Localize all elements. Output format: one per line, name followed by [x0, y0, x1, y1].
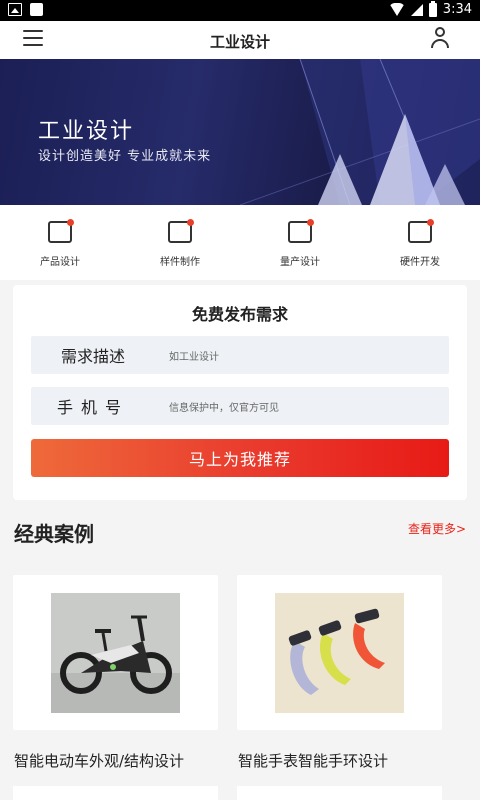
mass-production-icon [288, 219, 314, 243]
case-card-ebike[interactable] [13, 575, 218, 730]
category-product-design[interactable]: 产品设计 [0, 205, 120, 280]
view-more-link[interactable]: 查看更多> [408, 520, 466, 537]
top-bar: 工业设计 [0, 21, 480, 59]
status-bar: 3:34 [0, 0, 480, 21]
image-notification-icon [8, 3, 22, 16]
category-sample-making[interactable]: 样件制作 [120, 205, 240, 280]
ebike-image [51, 593, 180, 713]
phone-input[interactable]: 信息保护中，仅官方可见 [169, 399, 279, 414]
requirement-input[interactable]: 如工业设计 [169, 348, 219, 363]
case-label-watch[interactable]: 智能手表智能手环设计 [238, 750, 388, 771]
recommend-button[interactable]: 马上为我推荐 [31, 439, 449, 477]
product-design-icon [48, 219, 74, 243]
banner-title: 工业设计 [38, 119, 135, 144]
category-label: 硬件开发 [400, 257, 440, 268]
case-card-watch[interactable] [237, 575, 442, 730]
status-time: 3:34 [442, 2, 472, 17]
form-title: 免费发布需求 [191, 305, 288, 324]
signal-icon [410, 3, 423, 16]
category-label: 样件制作 [160, 257, 200, 268]
requirement-label: 需求描述 [60, 347, 125, 366]
category-label: 量产设计 [280, 257, 320, 268]
case-label-ebike[interactable]: 智能电动车外观/结构设计 [14, 750, 184, 771]
sample-making-icon [168, 219, 194, 243]
page-title: 工业设计 [209, 33, 270, 51]
user-icon[interactable] [430, 27, 450, 51]
hardware-dev-icon [408, 219, 434, 243]
request-form: 免费发布需求 需求描述 如工业设计 手机号 信息保护中，仅官方可见 马上为我推荐 [13, 285, 467, 500]
category-nav: 产品设计 样件制作 量产设计 硬件开发 [0, 205, 480, 280]
case-card-partial[interactable] [237, 786, 442, 800]
cases-title: 经典案例 [14, 522, 94, 546]
banner[interactable]: 工业设计 设计创造美好 专业成就未来 [0, 59, 480, 205]
app-notification-icon [30, 3, 43, 16]
requirement-field[interactable]: 需求描述 如工业设计 [31, 336, 449, 374]
battery-icon [428, 0, 437, 17]
category-label: 产品设计 [40, 257, 80, 268]
wifi-icon [388, 3, 405, 16]
phone-label: 手机号 [56, 398, 129, 417]
cases-header: 经典案例 查看更多> [14, 518, 466, 548]
case-card-partial[interactable] [13, 786, 218, 800]
banner-subtitle: 设计创造美好 专业成就未来 [38, 149, 212, 164]
category-hardware-dev[interactable]: 硬件开发 [360, 205, 480, 280]
smart-band-image [275, 593, 404, 713]
category-mass-production[interactable]: 量产设计 [240, 205, 360, 280]
phone-field[interactable]: 手机号 信息保护中，仅官方可见 [31, 387, 449, 425]
